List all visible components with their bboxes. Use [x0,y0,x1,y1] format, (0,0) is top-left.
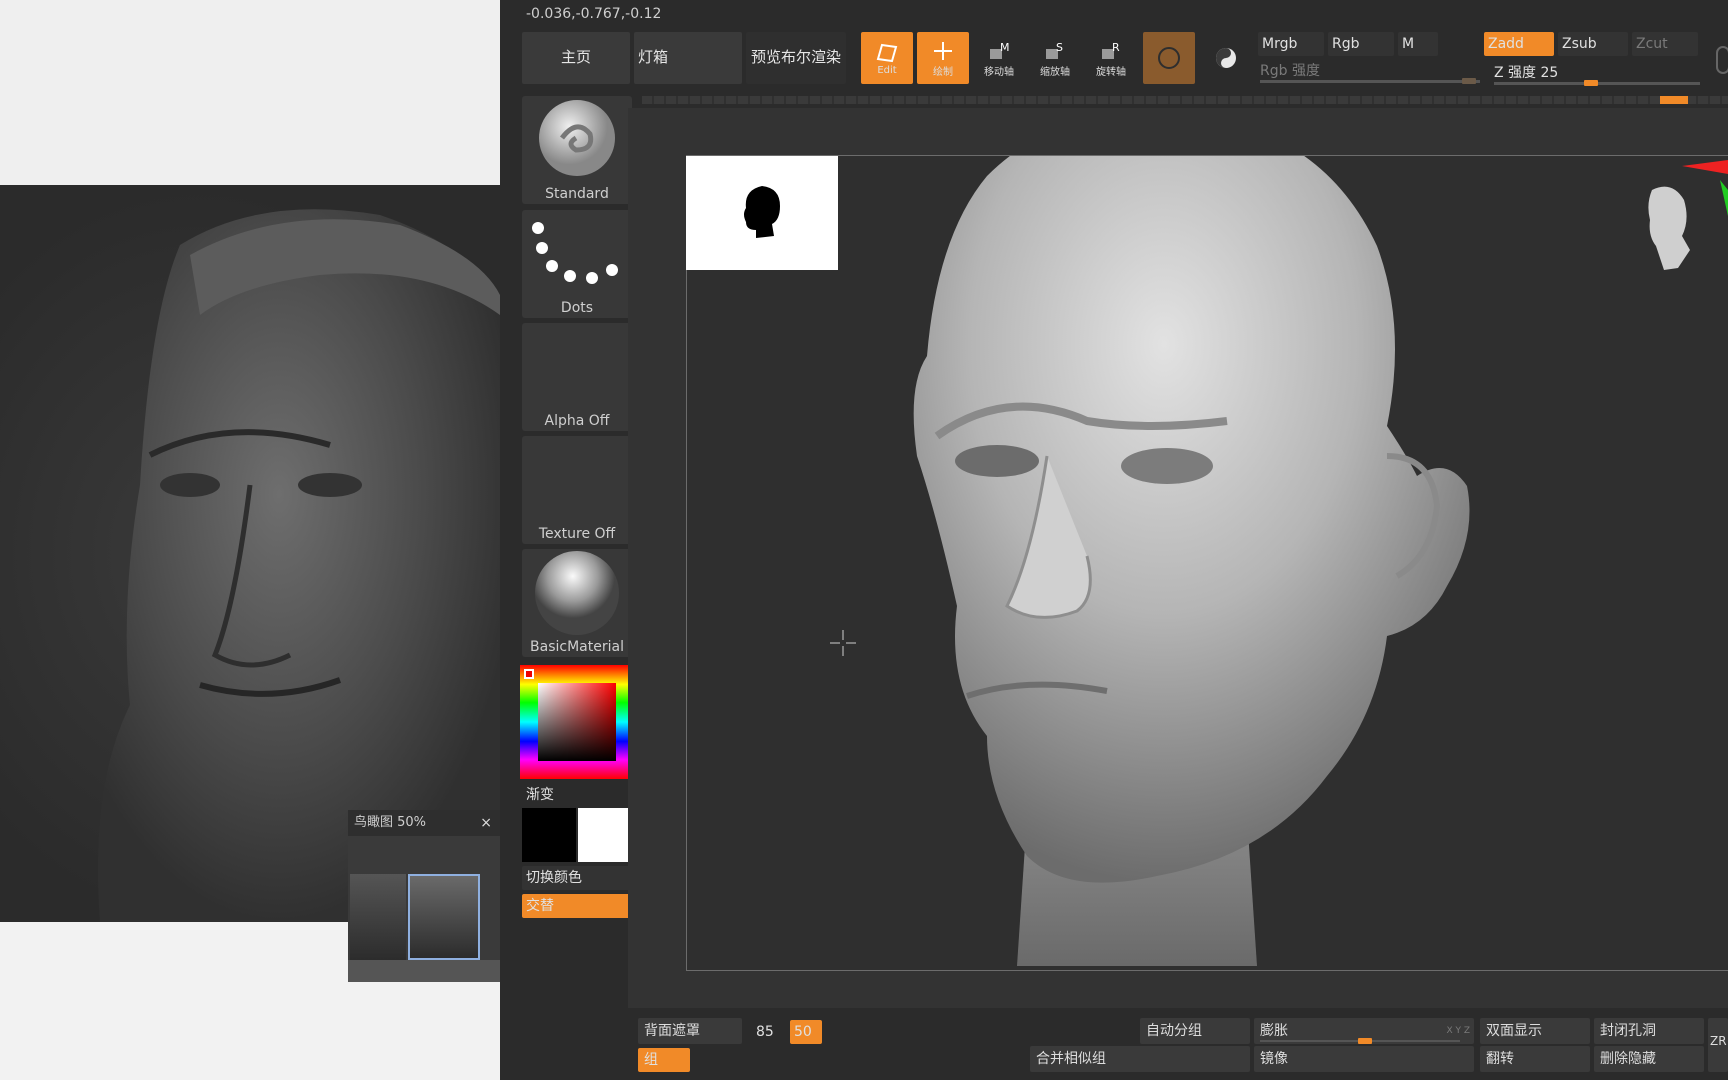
current-color-swatch [524,669,534,679]
edit-icon [876,43,898,62]
zcut-toggle[interactable]: Zcut [1632,32,1698,56]
rotate-button[interactable]: R 旋转轴 [1085,32,1137,84]
zremesher-button[interactable]: ZR [1708,1018,1728,1072]
material-label: BasicMaterial [530,639,624,655]
delete-hidden-button[interactable]: 删除隐藏 [1594,1046,1704,1072]
backface-mask-button[interactable]: 背面遮罩 [638,1018,742,1044]
brush-slot[interactable]: Standard [522,96,632,204]
alpha-preview-window[interactable] [686,156,838,270]
rgb-intensity-label: Rgb 强度 [1260,63,1320,79]
rgb-toggle[interactable]: Rgb [1328,32,1394,56]
stroke-label: Dots [560,300,594,316]
zadd-toggle[interactable]: Zadd [1484,32,1554,56]
merge-similar-button[interactable]: 合并相似组 [1030,1046,1250,1072]
material-sphere-icon [535,551,619,635]
mirror-button[interactable]: 镜像 [1254,1046,1474,1072]
tab-lightbox[interactable]: 灯箱 [634,32,742,84]
material-sphere-button[interactable] [1143,32,1195,84]
dots-stroke-icon [532,222,618,284]
backface-value-2[interactable]: 50 [790,1020,822,1044]
gradient-label[interactable]: 渐变 [526,784,554,804]
close-holes-button[interactable]: 封闭孔洞 [1594,1018,1704,1044]
canvas-top-ruler [642,96,1728,104]
head-sculpt-model[interactable] [687,156,1728,971]
alternate-button[interactable]: 交替 [522,894,632,918]
rgb-intensity-slider[interactable] [1260,80,1480,83]
scale-icon: S [1046,41,1063,59]
navigator-thumbnail-selected[interactable] [408,874,480,960]
material-slot[interactable]: BasicMaterial [522,549,632,657]
alpha-slot[interactable]: Alpha Off [522,323,632,431]
reference-background-top [0,0,500,185]
axis-gizmo-icon [1648,160,1728,270]
auto-group-button[interactable]: 自动分组 [1140,1018,1250,1044]
brush-label: Standard [545,186,609,202]
ruler-marker[interactable] [1660,96,1688,104]
navigator-body [348,836,500,960]
color-picker[interactable] [520,665,634,779]
svg-text:R: R [1112,41,1120,54]
draw-button[interactable]: 绘制 [917,32,969,84]
svg-text:S: S [1056,41,1063,54]
scale-button[interactable]: S 缩放轴 [1029,32,1081,84]
orientation-gizmo[interactable] [1612,150,1728,310]
switch-color-button[interactable]: 切换颜色 [522,866,632,890]
document-frame[interactable] [686,155,1728,971]
coordinate-readout: -0.036,-0.767,-0.12 [526,6,662,22]
saturation-square[interactable] [538,683,616,761]
inflate-knob[interactable] [1358,1038,1372,1044]
texture-slot[interactable]: Texture Off [522,436,632,544]
zbrush-window: -0.036,-0.767,-0.12 主页 灯箱 预览布尔渲染 Edit 绘制… [500,0,1728,1080]
mrgb-toggle[interactable]: Mrgb [1258,32,1324,56]
texture-label: Texture Off [538,526,616,542]
edit-button[interactable]: Edit [861,32,913,84]
z-intensity-knob[interactable] [1584,80,1598,86]
draw-icon [934,41,952,60]
stroke-slot[interactable]: Dots [522,210,632,318]
rotate-icon: R [1102,41,1120,59]
tab-preview-render[interactable]: 预览布尔渲染 [746,32,846,84]
backface-value-1[interactable]: 85 [756,1024,774,1040]
m-toggle[interactable]: M [1398,32,1438,56]
group-button[interactable]: 组 [638,1048,690,1072]
move-button[interactable]: M 移动轴 [973,32,1025,84]
close-icon[interactable]: × [480,810,492,836]
svg-text:M: M [1000,41,1010,54]
navigator-panel: 鸟瞰图 50% × [348,810,500,982]
sphere-icon [1158,47,1180,69]
head-silhouette-icon [744,186,780,238]
navigator-header: 鸟瞰图 50% × [348,810,500,836]
double-sided-button[interactable]: 双面显示 [1480,1018,1590,1044]
alpha-label: Alpha Off [544,413,610,429]
rgb-intensity-knob[interactable] [1462,78,1476,84]
zsub-toggle[interactable]: Zsub [1558,32,1628,56]
tab-home[interactable]: 主页 [522,32,630,84]
move-icon: M [990,41,1010,59]
primary-color-swatch[interactable] [578,808,632,862]
yin-yang-icon [1216,48,1236,68]
secondary-color-swatch[interactable] [522,808,576,862]
z-intensity-label: Z 强度 25 [1494,65,1559,81]
navigator-thumbnail[interactable] [350,874,406,960]
navigator-title: 鸟瞰图 50% [354,815,427,830]
scroll-handle[interactable] [1716,46,1728,74]
inflate-label: 膨胀 [1260,1023,1288,1039]
symmetry-button[interactable] [1200,32,1252,84]
flip-button[interactable]: 翻转 [1480,1046,1590,1072]
crosshair-cursor-icon [828,628,858,658]
standard-brush-icon [539,100,615,176]
z-intensity-value: 25 [1540,65,1559,81]
